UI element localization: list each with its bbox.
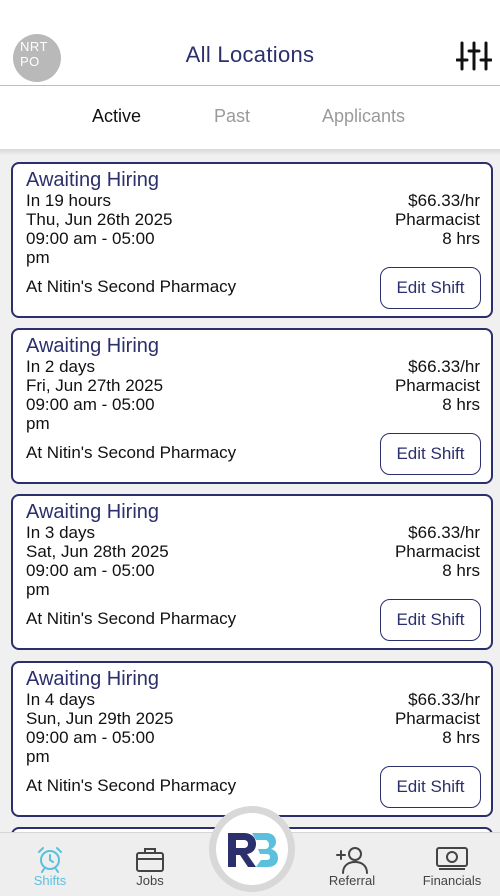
add-user-icon <box>336 847 368 874</box>
shift-role: Pharmacist <box>394 709 480 728</box>
nav-jobs-label: Jobs <box>136 873 164 888</box>
shift-status: Awaiting Hiring <box>26 335 160 357</box>
shift-time-suffix: pm <box>26 414 50 433</box>
tab-applicants[interactable]: Applicants <box>322 106 405 127</box>
shift-time: 09:00 am - 05:00 <box>26 229 155 248</box>
edit-shift-button[interactable]: Edit Shift <box>380 599 481 641</box>
edit-shift-button[interactable]: Edit Shift <box>380 267 481 309</box>
shift-card[interactable]: Awaiting Hiring In 19 hours Thu, Jun 26t… <box>11 162 493 318</box>
shift-date: Sun, Jun 29th 2025 <box>26 709 174 728</box>
shift-card[interactable]: Awaiting Hiring In 2 days Fri, Jun 27th … <box>11 328 493 484</box>
shift-duration: 8 hrs <box>442 229 480 248</box>
shift-time-suffix: pm <box>26 248 50 267</box>
shift-tabs: Active Past Applicants <box>0 87 500 149</box>
shift-time-suffix: pm <box>26 580 50 599</box>
shift-duration: 8 hrs <box>442 395 480 414</box>
home-logo-button[interactable] <box>209 806 295 892</box>
shift-time: 09:00 am - 05:00 <box>26 395 155 414</box>
shift-date: Fri, Jun 27th 2025 <box>26 376 164 395</box>
shift-location: At Nitin's Second Pharmacy <box>26 609 237 628</box>
shift-rate: $66.33/hr <box>408 357 480 376</box>
shift-role: Pharmacist <box>394 542 480 561</box>
tab-past[interactable]: Past <box>214 106 250 127</box>
shift-list[interactable]: Awaiting Hiring In 19 hours Thu, Jun 26t… <box>0 149 500 832</box>
shift-card[interactable]: Awaiting Hiring In 3 days Sat, Jun 28th … <box>11 494 493 650</box>
shift-time: 09:00 am - 05:00 <box>26 728 155 747</box>
shift-location: At Nitin's Second Pharmacy <box>26 277 237 296</box>
nav-referral-label: Referral <box>328 873 376 888</box>
shift-rate: $66.33/hr <box>408 191 480 210</box>
shift-location: At Nitin's Second Pharmacy <box>26 776 237 795</box>
briefcase-icon <box>136 848 164 872</box>
shift-date: Sat, Jun 28th 2025 <box>26 542 169 561</box>
alarm-clock-icon <box>38 847 62 873</box>
shift-relative-time: In 4 days <box>26 690 95 709</box>
tab-active[interactable]: Active <box>92 106 141 127</box>
nav-financials[interactable]: Financials <box>402 833 500 896</box>
shift-status: Awaiting Hiring <box>26 169 160 191</box>
nav-jobs[interactable]: Jobs <box>100 833 200 896</box>
shift-relative-time: In 19 hours <box>26 191 112 210</box>
shift-rate: $66.33/hr <box>408 523 480 542</box>
nav-shifts[interactable]: Shifts <box>0 833 100 896</box>
shift-relative-time: In 2 days <box>26 357 95 376</box>
shift-relative-time: In 3 days <box>26 523 95 542</box>
app-header: NRT PO All Locations <box>0 0 500 86</box>
rb-logo-icon <box>228 833 278 867</box>
shift-duration: 8 hrs <box>442 561 480 580</box>
money-icon <box>436 847 468 870</box>
shift-location: At Nitin's Second Pharmacy <box>26 443 237 462</box>
shift-status: Awaiting Hiring <box>26 668 160 690</box>
nav-referral[interactable]: Referral <box>302 833 402 896</box>
shift-card[interactable]: Awaiting Hiring In 4 days Sun, Jun 29th … <box>11 661 493 817</box>
shift-status: Awaiting Hiring <box>26 501 160 523</box>
shift-time: 09:00 am - 05:00 <box>26 561 155 580</box>
nav-shifts-label: Shifts <box>33 873 67 888</box>
page-title[interactable]: All Locations <box>0 42 500 68</box>
shift-role: Pharmacist <box>394 376 480 395</box>
shift-rate: $66.33/hr <box>408 690 480 709</box>
nav-financials-label: Financials <box>422 873 482 888</box>
shift-time-suffix: pm <box>26 747 50 766</box>
edit-shift-button[interactable]: Edit Shift <box>380 766 481 808</box>
shift-role: Pharmacist <box>394 210 480 229</box>
edit-shift-button[interactable]: Edit Shift <box>380 433 481 475</box>
shift-date: Thu, Jun 26th 2025 <box>26 210 173 229</box>
shift-duration: 8 hrs <box>442 728 480 747</box>
sliders-icon[interactable] <box>456 40 492 72</box>
